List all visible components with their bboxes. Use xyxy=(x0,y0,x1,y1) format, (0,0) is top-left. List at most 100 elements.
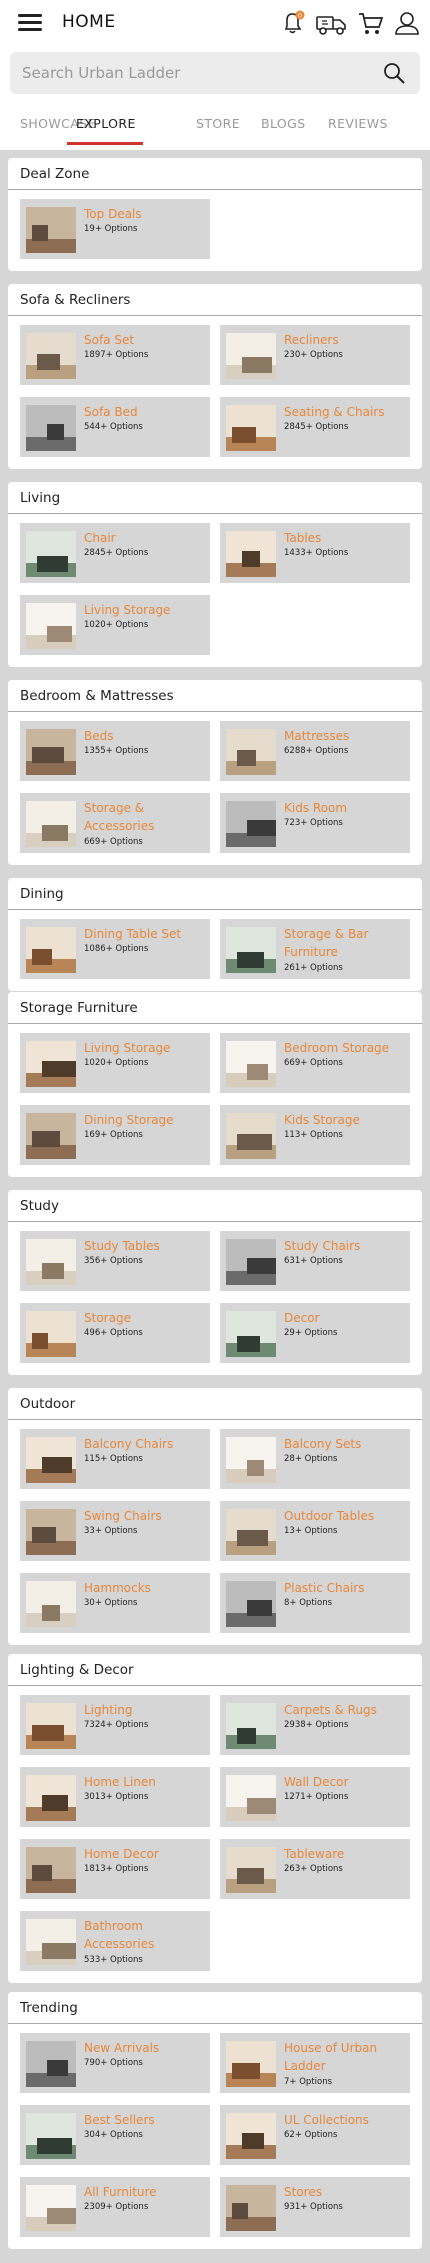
bell-icon[interactable]: 0 xyxy=(278,8,308,38)
category-card[interactable]: Study Tables 356+ Options xyxy=(20,1231,210,1291)
category-option-count: 669+ Options xyxy=(84,837,143,847)
category-thumbnail xyxy=(226,1311,276,1357)
category-card[interactable]: Living Storage 1020+ Options xyxy=(20,595,210,655)
category-card[interactable]: Living Storage 1020+ Options xyxy=(20,1033,210,1093)
category-card[interactable]: New Arrivals 790+ Options xyxy=(20,2033,210,2093)
category-name: Stores xyxy=(284,2185,322,2199)
category-option-count: 1433+ Options xyxy=(284,548,349,558)
category-card[interactable]: UL Collections 62+ Options xyxy=(220,2105,410,2165)
category-card[interactable]: Sofa Set 1897+ Options xyxy=(20,325,210,385)
category-thumbnail xyxy=(26,927,76,973)
category-card[interactable]: Home Linen 3013+ Options xyxy=(20,1767,210,1827)
category-card[interactable]: Study Chairs 631+ Options xyxy=(220,1231,410,1291)
category-card[interactable]: Storage & Accessories 669+ Options xyxy=(20,793,210,853)
category-option-count: 2938+ Options xyxy=(284,1720,349,1730)
tab-reviews[interactable]: REVIEWS xyxy=(328,116,388,131)
category-card[interactable]: Storage 496+ Options xyxy=(20,1303,210,1363)
section-divider xyxy=(8,2023,422,2024)
category-name: Swing Chairs xyxy=(84,1509,162,1523)
category-card[interactable]: Swing Chairs 33+ Options xyxy=(20,1501,210,1561)
section-divider xyxy=(8,513,422,514)
category-thumbnail xyxy=(226,2041,276,2087)
category-card[interactable]: Dining Storage 169+ Options xyxy=(20,1105,210,1165)
category-thumbnail xyxy=(226,2113,276,2159)
category-card[interactable]: House of Urban Ladder 7+ Options xyxy=(220,2033,410,2093)
cart-icon[interactable] xyxy=(356,8,386,38)
category-card[interactable]: Mattresses 6288+ Options xyxy=(220,721,410,781)
user-icon[interactable] xyxy=(392,8,422,38)
category-thumbnail xyxy=(26,531,76,577)
tab-blogs[interactable]: BLOGS xyxy=(261,116,306,131)
category-card[interactable]: Kids Storage 113+ Options xyxy=(220,1105,410,1165)
category-card[interactable]: Recliners 230+ Options xyxy=(220,325,410,385)
category-card[interactable]: Tables 1433+ Options xyxy=(220,523,410,583)
category-name: Storage & Accessories xyxy=(84,801,155,833)
search-input[interactable]: Search Urban Ladder xyxy=(22,64,180,82)
category-card[interactable]: Lighting 7324+ Options xyxy=(20,1695,210,1755)
category-card[interactable]: Balcony Chairs 115+ Options xyxy=(20,1429,210,1489)
category-card[interactable]: All Furniture 2309+ Options xyxy=(20,2177,210,2237)
category-card[interactable]: Bedroom Storage 669+ Options xyxy=(220,1033,410,1093)
category-card[interactable]: Home Decor 1813+ Options xyxy=(20,1839,210,1899)
top-bar: HOME 0 Search Urban Ladder xyxy=(0,0,430,96)
category-option-count: 7324+ Options xyxy=(84,1720,149,1730)
category-name: Storage & Bar Furniture xyxy=(284,927,369,959)
category-name: Home Linen xyxy=(84,1775,156,1789)
category-card[interactable]: Wall Decor 1271+ Options xyxy=(220,1767,410,1827)
category-card[interactable]: Outdoor Tables 13+ Options xyxy=(220,1501,410,1561)
category-card[interactable]: Hammocks 30+ Options xyxy=(20,1573,210,1633)
category-name: Bathroom Accessories xyxy=(84,1919,155,1951)
category-name: Mattresses xyxy=(284,729,350,743)
category-name: New Arrivals xyxy=(84,2041,160,2055)
delivery-truck-icon[interactable] xyxy=(314,8,350,38)
category-name: Decor xyxy=(284,1311,320,1325)
category-thumbnail xyxy=(26,333,76,379)
category-name: Home Decor xyxy=(84,1847,159,1861)
category-thumbnail xyxy=(26,729,76,775)
category-option-count: 1020+ Options xyxy=(84,1058,149,1068)
search-bar[interactable]: Search Urban Ladder xyxy=(10,52,420,94)
category-option-count: 169+ Options xyxy=(84,1130,143,1140)
active-tab-indicator xyxy=(67,142,143,145)
category-card[interactable]: Storage & Bar Furniture 261+ Options xyxy=(220,919,410,979)
category-card[interactable]: Seating & Chairs 2845+ Options xyxy=(220,397,410,457)
category-option-count: 669+ Options xyxy=(284,1058,343,1068)
tab-store[interactable]: STORE xyxy=(196,116,240,131)
category-name: Living Storage xyxy=(84,603,171,617)
category-card[interactable]: Tableware 263+ Options xyxy=(220,1839,410,1899)
category-thumbnail xyxy=(226,1703,276,1749)
category-card[interactable]: Chair 2845+ Options xyxy=(20,523,210,583)
category-card[interactable]: Dining Table Set 1086+ Options xyxy=(20,919,210,979)
category-option-count: 7+ Options xyxy=(284,2077,333,2087)
search-icon[interactable] xyxy=(382,61,406,85)
section-title: Dining xyxy=(20,886,64,902)
category-name: Balcony Chairs xyxy=(84,1437,174,1451)
section-bedroom-mattresses: Bedroom & Mattresses Beds 1355+ Options Mat… xyxy=(8,680,422,865)
category-thumbnail xyxy=(226,927,276,973)
category-card[interactable]: Kids Room 723+ Options xyxy=(220,793,410,853)
category-card[interactable]: Stores 931+ Options xyxy=(220,2177,410,2237)
category-name: Wall Decor xyxy=(284,1775,349,1789)
category-option-count: 19+ Options xyxy=(84,224,138,234)
category-card[interactable]: Balcony Sets 28+ Options xyxy=(220,1429,410,1489)
category-thumbnail xyxy=(26,801,76,847)
notification-badge: 0 xyxy=(298,11,302,19)
section-title: Lighting & Decor xyxy=(20,1662,134,1678)
category-card[interactable]: Bathroom Accessories 533+ Options xyxy=(20,1911,210,1971)
category-card[interactable]: Sofa Bed 544+ Options xyxy=(20,397,210,457)
menu-icon[interactable] xyxy=(18,14,42,32)
section-living: Living Chair 2845+ Options Tables 1433+ Opti… xyxy=(8,482,422,667)
category-option-count: 1020+ Options xyxy=(84,620,149,630)
category-option-count: 13+ Options xyxy=(284,1526,338,1536)
category-card[interactable]: Top Deals 19+ Options xyxy=(20,199,210,259)
category-name: Dining Table Set xyxy=(84,927,182,941)
category-card[interactable]: Best Sellers 304+ Options xyxy=(20,2105,210,2165)
category-card[interactable]: Plastic Chairs 8+ Options xyxy=(220,1573,410,1633)
section-title: Deal Zone xyxy=(20,166,90,182)
section-title: Outdoor xyxy=(20,1396,76,1412)
category-card[interactable]: Carpets & Rugs 2938+ Options xyxy=(220,1695,410,1755)
category-card[interactable]: Beds 1355+ Options xyxy=(20,721,210,781)
category-name: Recliners xyxy=(284,333,339,347)
category-card[interactable]: Decor 29+ Options xyxy=(220,1303,410,1363)
tab-explore[interactable]: EXPLORE xyxy=(76,116,136,131)
